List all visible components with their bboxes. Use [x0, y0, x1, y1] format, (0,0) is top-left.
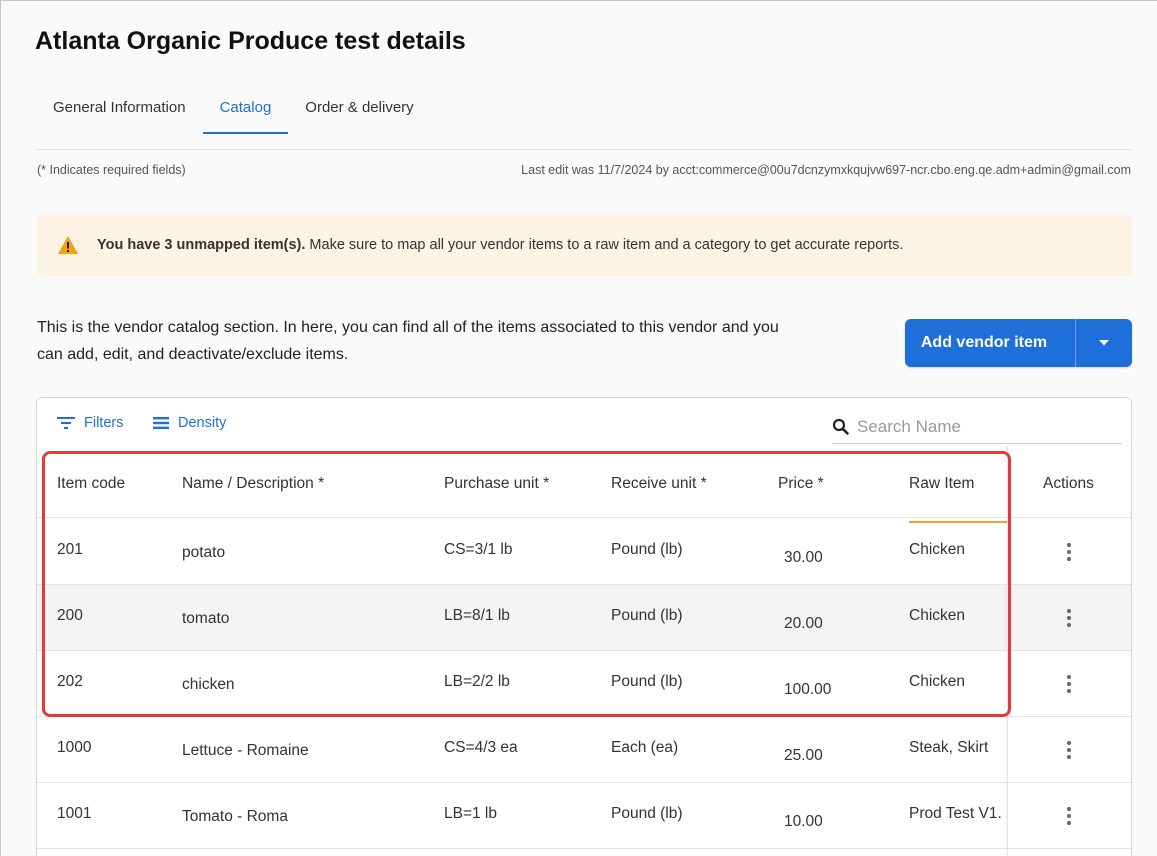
search-icon	[832, 418, 849, 435]
cell-purchase-unit: CS=3/1 lb	[444, 541, 513, 558]
tab-bar: General Information Catalog Order & deli…	[39, 96, 431, 136]
warning-triangle-icon	[58, 236, 78, 254]
add-vendor-item-button[interactable]: Add vendor item	[905, 334, 1075, 352]
table-toolbar: Filters Density	[37, 398, 1131, 446]
cell-price: 30.00	[784, 549, 823, 566]
filters-button[interactable]: Filters	[57, 415, 123, 431]
table-row[interactable]: 201 potato CS=3/1 lb Pound (lb) 30.00 Ch…	[37, 519, 1131, 585]
cell-name: Tomato - Roma	[182, 808, 288, 825]
cell-receive-unit: Pound (lb)	[611, 673, 683, 690]
cell-raw-item: Prod Test V1.	[909, 805, 1002, 822]
tab-general-information[interactable]: General Information	[39, 96, 203, 134]
header-name-description[interactable]: Name / Description *	[182, 475, 324, 493]
tab-order-delivery[interactable]: Order & delivery	[288, 96, 430, 134]
window-frame: Atlanta Organic Produce test details Gen…	[0, 0, 1157, 856]
cell-purchase-unit: LB=8/1 lb	[444, 607, 510, 624]
required-fields-note: (* Indicates required fields)	[37, 163, 186, 177]
warning-message: Make sure to map all your vendor items t…	[309, 237, 904, 253]
density-label: Density	[178, 415, 227, 431]
page-title: Atlanta Organic Produce test details	[35, 27, 466, 55]
cell-name: potato	[182, 544, 226, 561]
table-row[interactable]: 1001 Tomato - Roma LB=1 lb Pound (lb) 10…	[37, 783, 1131, 849]
cell-purchase-unit: CS=4/3 ea	[444, 739, 518, 756]
cell-raw-item: Chicken	[909, 607, 965, 624]
unmapped-items-warning: You have 3 unmapped item(s). Make sure t…	[37, 214, 1132, 276]
table-header: Item code Name / Description * Purchase …	[37, 446, 1131, 518]
cell-receive-unit: Pound (lb)	[611, 541, 683, 558]
density-button[interactable]: Density	[153, 415, 226, 431]
warning-count: You have 3 unmapped item(s).	[97, 237, 306, 253]
cell-receive-unit: Pound (lb)	[611, 607, 683, 624]
cell-purchase-unit: LB=2/2 lb	[444, 673, 510, 690]
cell-name: tomato	[182, 610, 230, 627]
cell-price: 25.00	[784, 747, 823, 764]
cell-raw-item: Chicken	[909, 541, 965, 558]
cell-item-code: 1001	[57, 805, 92, 822]
cell-item-code: 202	[57, 673, 83, 690]
last-edit-info: Last edit was 11/7/2024 by acct:commerce…	[521, 163, 1131, 177]
cell-item-code: 201	[57, 541, 83, 558]
catalog-description: This is the vendor catalog section. In h…	[37, 319, 779, 363]
cell-price: 20.00	[784, 615, 823, 632]
cell-receive-unit: Pound (lb)	[611, 805, 683, 822]
cell-item-code: 200	[57, 607, 83, 624]
cell-item-code: 1000	[57, 739, 92, 756]
cell-name: chicken	[182, 676, 235, 693]
header-purchase-unit[interactable]: Purchase unit *	[444, 475, 549, 493]
cell-raw-item: Steak, Skirt	[909, 739, 989, 756]
filter-icon	[57, 417, 75, 429]
table-row[interactable]: 1000 Lettuce - Romaine CS=4/3 ea Each (e…	[37, 717, 1131, 783]
cell-price: 10.00	[784, 813, 823, 830]
header-receive-unit[interactable]: Receive unit *	[611, 475, 707, 493]
cell-name: Lettuce - Romaine	[182, 742, 309, 759]
search-name-input[interactable]	[857, 416, 1097, 437]
cell-price: 100.00	[784, 681, 832, 698]
add-vendor-item-split-button: Add vendor item	[905, 319, 1132, 367]
cell-raw-item: Chicken	[909, 673, 965, 690]
density-icon	[153, 417, 169, 429]
cell-receive-unit: Each (ea)	[611, 739, 679, 756]
table-row[interactable]: 200 tomato LB=8/1 lb Pound (lb) 20.00 Ch…	[37, 585, 1131, 651]
catalog-table: Filters Density Item code Name / D	[36, 397, 1132, 856]
add-vendor-item-dropdown-button[interactable]	[1076, 319, 1132, 367]
caret-down-icon	[1099, 340, 1109, 346]
search-box	[832, 410, 1122, 444]
tabs-divider	[35, 149, 1131, 150]
tab-catalog[interactable]: Catalog	[202, 96, 289, 134]
header-raw-item[interactable]: Raw Item	[909, 475, 974, 493]
filters-label: Filters	[84, 415, 124, 431]
cell-purchase-unit: LB=1 lb	[444, 805, 498, 822]
header-price[interactable]: Price *	[778, 475, 824, 493]
table-row[interactable]: 202 chicken LB=2/2 lb Pound (lb) 100.00 …	[37, 651, 1131, 717]
actions-column-pinned	[1007, 446, 1131, 856]
header-item-code[interactable]: Item code	[57, 475, 125, 493]
